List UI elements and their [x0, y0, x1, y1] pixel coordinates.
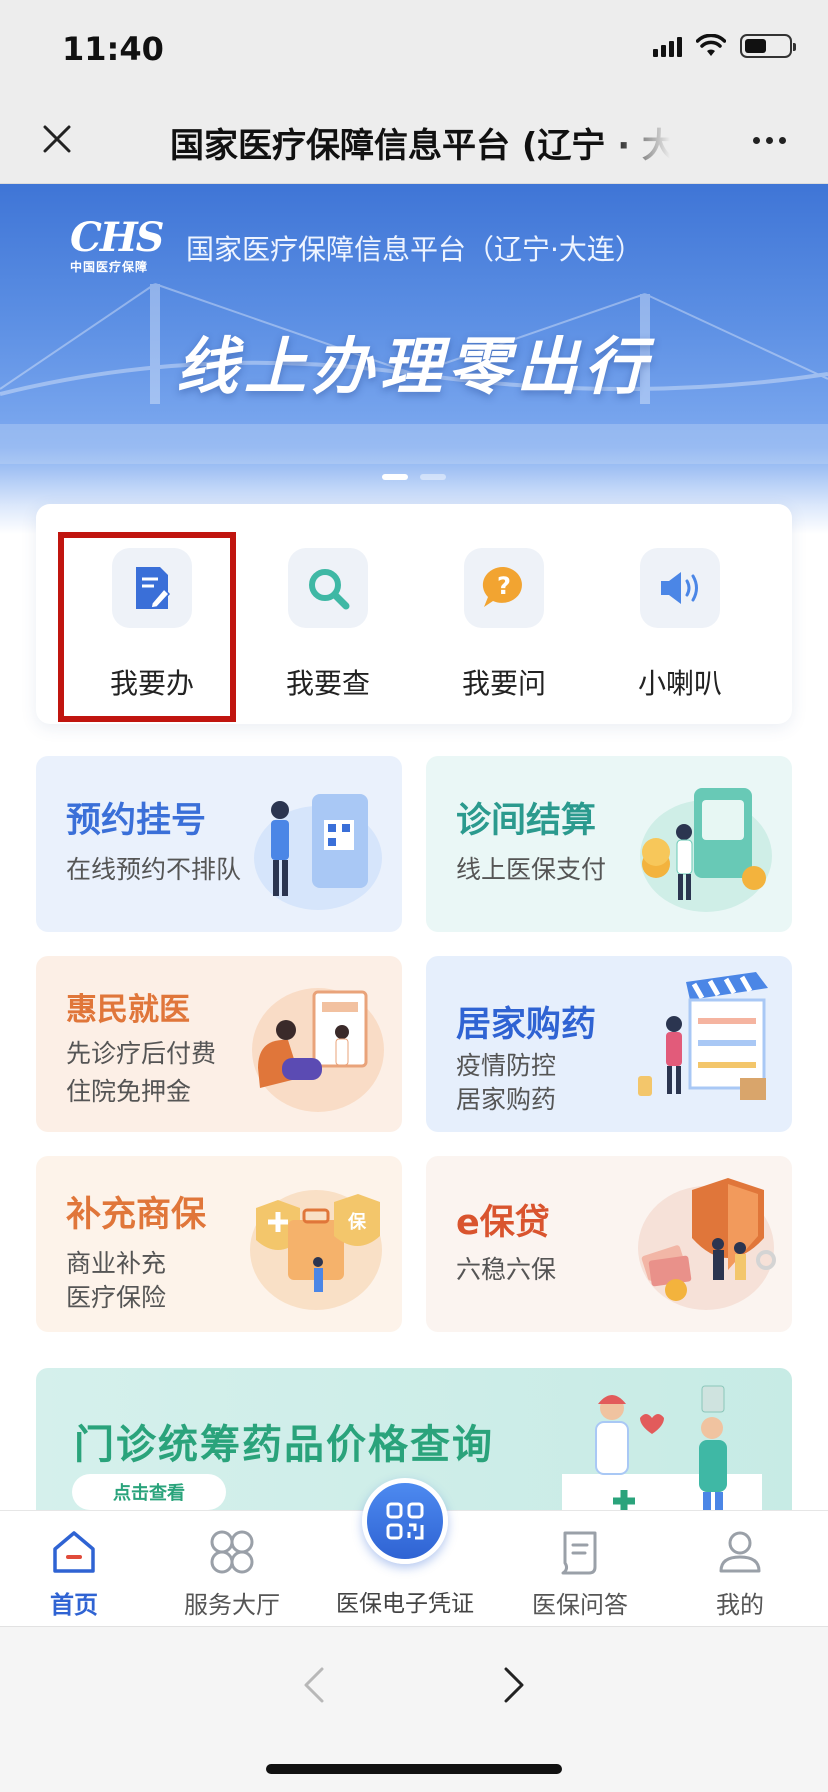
more-icon — [752, 136, 760, 144]
tile-title: 诊间结算 — [456, 801, 597, 841]
pharmacy-illustration — [638, 972, 768, 1100]
chevron-left-icon — [304, 1667, 324, 1703]
tab-label: 我的 — [716, 1591, 764, 1619]
clinic-illustration — [252, 988, 384, 1112]
tile-subtitle: 疫情防控 — [456, 1051, 557, 1080]
highlight-box — [58, 532, 236, 722]
battery-icon — [740, 34, 796, 58]
status-icons — [653, 34, 796, 58]
close-button[interactable] — [34, 116, 80, 162]
banner-org-name: 国家医疗保障信息平台（辽宁·大连） — [186, 233, 643, 266]
page-content[interactable]: CHS 中国医疗保障 国家医疗保障信息平台（辽宁·大连） 线上办理零出行 我要办 — [0, 184, 828, 1510]
grid-icon — [210, 1530, 254, 1574]
e-voucher-label: 医保电子凭证 — [336, 1591, 474, 1617]
user-icon — [719, 1531, 761, 1573]
tile-e-loan[interactable]: e保贷 六稳六保 — [426, 1156, 792, 1332]
speaker-icon — [661, 572, 698, 604]
tile-title: 预约挂号 — [66, 801, 207, 841]
question-bubble-icon: ? — [482, 566, 522, 607]
svg-text:保: 保 — [347, 1211, 367, 1233]
tab-qa[interactable]: 医保问答 — [500, 1511, 660, 1627]
quick-action-label: 小喇叭 — [637, 667, 722, 700]
wifi-icon — [696, 34, 726, 56]
title-bar: 国家医疗保障信息平台 (辽宁 · 大连) — [0, 96, 828, 184]
tile-subtitle: 居家购药 — [456, 1085, 557, 1114]
qr-phone-illustration — [254, 794, 382, 910]
qr-code-icon — [386, 1502, 424, 1540]
status-time: 11:40 — [62, 30, 164, 68]
tab-mine[interactable]: 我的 — [660, 1511, 820, 1627]
carousel-dot[interactable] — [382, 474, 408, 480]
forward-button[interactable] — [484, 1655, 544, 1715]
close-icon — [43, 125, 71, 153]
tile-subtitle: 六稳六保 — [456, 1255, 557, 1284]
payment-illustration — [640, 788, 772, 912]
quick-actions-card: 我要办 我要查 ? 我要问 小喇叭 — [36, 504, 792, 724]
tile-title: e保贷 — [456, 1203, 550, 1243]
tile-subtitle: 在线预约不排队 — [66, 855, 242, 884]
tile-subtitle: 住院免押金 — [66, 1077, 192, 1106]
home-icon — [53, 1531, 95, 1573]
tab-service-hall[interactable]: 服务大厅 — [152, 1511, 312, 1627]
chevron-right-icon — [504, 1667, 524, 1703]
quick-action-label: 我要问 — [461, 667, 546, 700]
document-icon — [561, 1531, 597, 1575]
shield-loan-illustration — [638, 1178, 776, 1310]
tab-home[interactable]: 首页 — [0, 1511, 154, 1627]
search-icon — [309, 569, 350, 610]
signal-icon — [653, 35, 682, 57]
page-title: 国家医疗保障信息平台 (辽宁 · 大连) — [170, 126, 670, 166]
tab-label: 医保问答 — [532, 1591, 628, 1619]
svg-text:?: ? — [497, 572, 511, 600]
doctor-illustration — [562, 1385, 762, 1510]
more-button[interactable] — [744, 122, 794, 158]
tile-home-pharmacy[interactable]: 居家购药 疫情防控 居家购药 — [426, 956, 792, 1132]
quick-action-ask[interactable]: ? 我要问 — [416, 504, 592, 724]
quick-action-query[interactable]: 我要查 — [240, 504, 416, 724]
promo-title: 门诊统筹药品价格查询 — [74, 1422, 494, 1468]
tile-title: 惠民就医 — [66, 992, 190, 1028]
insurance-illustration: 保 — [250, 1190, 382, 1310]
tile-title: 补充商保 — [66, 1195, 207, 1235]
quick-action-label: 我要查 — [285, 667, 370, 700]
chs-logo: CHS 中国医疗保障 — [70, 214, 165, 275]
tile-title: 居家购药 — [456, 1005, 597, 1045]
home-indicator — [266, 1764, 562, 1774]
banner-slogan: 线上办理零出行 — [175, 330, 652, 403]
e-voucher-button[interactable] — [362, 1478, 448, 1564]
tab-label: 首页 — [50, 1591, 98, 1619]
tile-settlement[interactable]: 诊间结算 线上医保支付 — [426, 756, 792, 932]
carousel-indicator — [0, 474, 828, 480]
tile-subtitle: 线上医保支付 — [456, 855, 607, 884]
status-bar: 11:40 — [0, 0, 828, 96]
tile-subtitle: 医疗保险 — [66, 1283, 167, 1312]
tile-commercial-insurance[interactable]: 补充商保 商业补充 医疗保险 保 — [36, 1156, 402, 1332]
quick-action-speaker[interactable]: 小喇叭 — [592, 504, 768, 724]
banner-carousel[interactable]: CHS 中国医疗保障 国家医疗保障信息平台（辽宁·大连） 线上办理零出行 — [0, 184, 828, 534]
tile-appointment[interactable]: 预约挂号 在线预约不排队 — [36, 756, 402, 932]
carousel-dot[interactable] — [420, 474, 446, 480]
tab-label: 服务大厅 — [184, 1591, 280, 1619]
tile-subtitle: 商业补充 — [66, 1249, 167, 1278]
promo-view-button[interactable]: 点击查看 — [72, 1474, 226, 1510]
tile-benefit-care[interactable]: 惠民就医 先诊疗后付费 住院免押金 — [36, 956, 402, 1132]
tile-subtitle: 先诊疗后付费 — [66, 1039, 217, 1068]
back-button[interactable] — [284, 1655, 344, 1715]
